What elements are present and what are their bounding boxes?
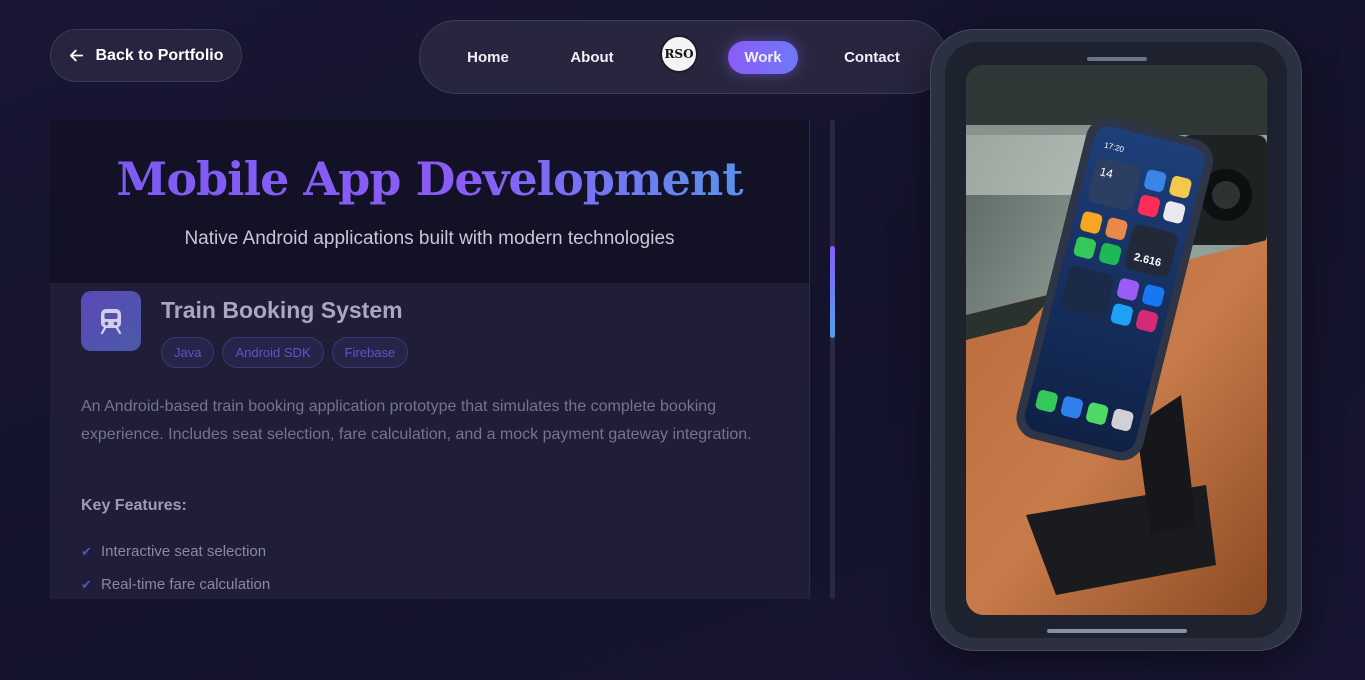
- check-icon: ✔: [81, 543, 92, 559]
- list-item: ✔ Interactive seat selection: [81, 535, 270, 568]
- page-title: Mobile App Development: [50, 120, 809, 206]
- scrollbar-thumb[interactable]: [830, 246, 835, 338]
- nav-work[interactable]: Work: [728, 41, 798, 74]
- nav-about[interactable]: About: [562, 41, 622, 74]
- tech-tags: Java Android SDK Firebase: [161, 337, 409, 368]
- panel-header: Mobile App Development Native Android ap…: [50, 120, 809, 283]
- list-item: ✔ Real-time fare calculation: [81, 568, 270, 599]
- project-card: Train Booking System Java Android SDK Fi…: [50, 283, 809, 599]
- key-features-heading: Key Features:: [81, 497, 187, 514]
- logo[interactable]: RSO: [660, 35, 698, 73]
- tag-java: Java: [161, 337, 215, 368]
- arrow-left-icon: [70, 49, 84, 62]
- back-to-portfolio-button[interactable]: Back to Portfolio: [50, 29, 242, 82]
- phone-mockup: 17:20 14 2.616: [930, 29, 1302, 651]
- top-navigation: Home About RSO Work Contact: [419, 20, 947, 94]
- phone-screen-photo: 17:20 14 2.616: [966, 65, 1267, 615]
- project-panel: Mobile App Development Native Android ap…: [50, 120, 810, 599]
- project-description: An Android-based train booking applicati…: [81, 398, 752, 443]
- nav-contact[interactable]: Contact: [836, 41, 908, 74]
- train-icon: [81, 291, 141, 351]
- feature-list: ✔ Interactive seat selection ✔ Real-time…: [81, 535, 270, 599]
- tag-firebase: Firebase: [331, 337, 409, 368]
- nav-home[interactable]: Home: [458, 41, 518, 74]
- phone-speaker: [1087, 57, 1147, 61]
- back-button-label: Back to Portfolio: [95, 46, 224, 64]
- project-title: Train Booking System: [161, 297, 403, 323]
- feature-label: Interactive seat selection: [101, 543, 267, 560]
- feature-label: Real-time fare calculation: [101, 576, 271, 593]
- scrollbar[interactable]: [830, 120, 835, 599]
- tag-android-sdk: Android SDK: [222, 337, 324, 368]
- check-icon: ✔: [81, 576, 92, 592]
- page-subtitle: Native Android applications built with m…: [184, 228, 675, 249]
- phone-home-indicator: [1047, 629, 1187, 633]
